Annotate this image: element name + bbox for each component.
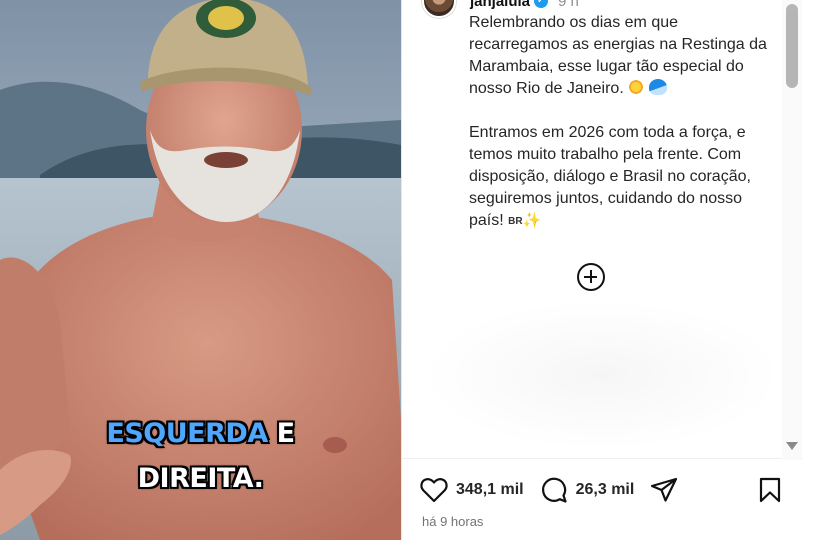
comment-count: 26,3 mil [575,481,635,498]
scrollbar-thumb[interactable] [786,4,798,88]
share-icon [651,477,678,502]
load-more-comments-button[interactable] [577,263,605,291]
subtitle-line-1: ESQUERDA E [0,418,401,449]
scroll-down-arrow-icon[interactable] [786,442,798,450]
post-date: há 9 horas [422,514,484,529]
post-caption: Relembrando os dias em que recarregamos … [469,12,769,255]
video-frame[interactable]: ESQUERDA E DIREITA. [0,0,401,540]
caption-paragraph-1: Relembrando os dias em que recarregamos … [469,12,769,100]
comment-button[interactable]: 26,3 mil [540,476,635,504]
avatar[interactable] [422,0,456,18]
comments-placeholder [422,300,782,450]
wave-icon [648,79,667,95]
bookmark-icon [759,477,781,503]
caption-text-2: Entramos em 2026 com toda a força, e tem… [469,124,751,229]
username[interactable]: janjalula [470,0,530,10]
save-button[interactable] [758,477,782,508]
subtitle-word: E [276,418,295,449]
action-bar: 348,1 mil 26,3 mil [420,476,790,504]
sparkle-icon: ✨ [522,212,542,229]
caption-paragraph-2: Entramos em 2026 com toda a força, e tem… [469,122,769,233]
share-button[interactable] [650,477,678,503]
page-margin [803,0,830,540]
post-time: 9 h [558,0,579,10]
video-scene [0,0,401,540]
like-count: 348,1 mil [456,481,524,498]
comment-icon [541,477,567,503]
flag-icon: BR [508,216,523,227]
verified-badge-icon: ✓ [534,0,549,8]
like-button[interactable]: 348,1 mil [420,477,524,503]
sun-icon [628,79,645,95]
post-panel: janjalula ✓ 9 h Relembrando os dias em q… [401,0,804,540]
caption-text-1: Relembrando os dias em que recarregamos … [469,14,767,97]
subtitle-line-2: DIREITA. [137,463,264,494]
post-viewer: ESQUERDA E DIREITA. janjalula ✓ 9 h Rele… [0,0,830,540]
scrollbar[interactable] [782,0,802,460]
subtitle-highlight: ESQUERDA [106,418,268,449]
divider [402,458,804,459]
heart-icon [420,478,448,503]
